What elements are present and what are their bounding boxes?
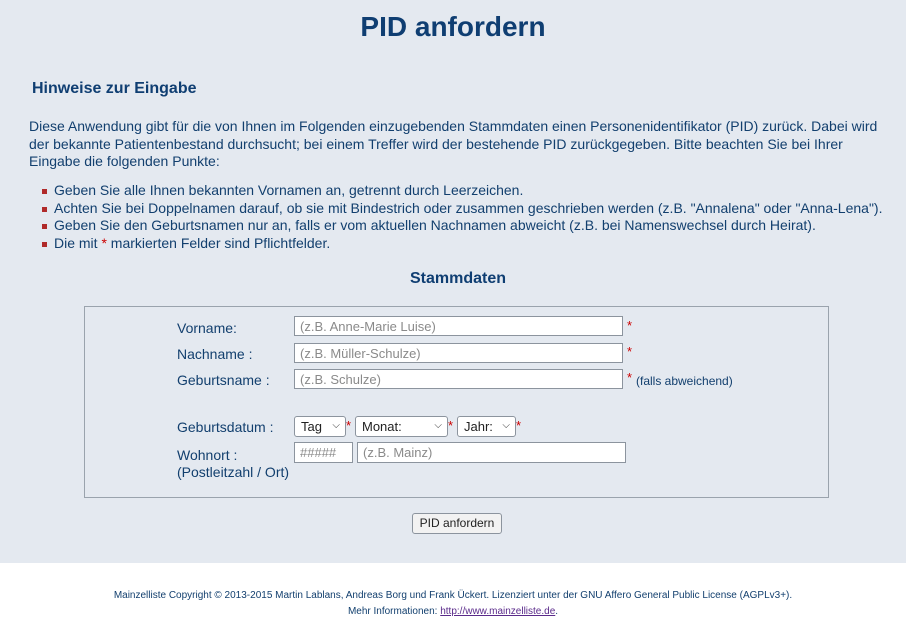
page-title: PID anfordern bbox=[360, 11, 546, 42]
footer: Mainzelliste Copyright © 2013-2015 Marti… bbox=[0, 588, 906, 620]
bullet-icon bbox=[42, 224, 47, 230]
chevron-down-icon: ⌵ bbox=[332, 420, 340, 431]
month-select[interactable]: Monat: ⌵ bbox=[355, 416, 448, 437]
list-item: Die mit * markierten Felder sind Pflicht… bbox=[40, 235, 882, 253]
year-select-value: Jahr: bbox=[464, 419, 493, 434]
wohnort-label: Wohnort : bbox=[177, 447, 238, 463]
geburtsdatum-label: Geburtsdatum : bbox=[177, 419, 274, 435]
month-select-value: Monat: bbox=[362, 419, 402, 434]
required-marker: * bbox=[101, 235, 107, 252]
list-item-text: Geben Sie den Geburtsnamen nur an, falls… bbox=[54, 217, 816, 234]
geburtsname-input[interactable] bbox=[294, 369, 623, 389]
day-select[interactable]: Tag ⌵ bbox=[294, 416, 346, 437]
hints-list: Geben Sie alle Ihnen bekannten Vornamen … bbox=[40, 182, 882, 253]
required-marker: * bbox=[627, 370, 633, 385]
list-item-text: Geben Sie alle Ihnen bekannten Vornamen … bbox=[54, 182, 524, 198]
list-item: Geben Sie alle Ihnen bekannten Vornamen … bbox=[40, 182, 882, 200]
required-marker: * bbox=[516, 418, 522, 433]
list-item: Achten Sie bei Doppelnamen darauf, ob si… bbox=[40, 200, 882, 218]
intro-text: Diese Anwendung gibt für die von Ihnen i… bbox=[29, 118, 878, 169]
vorname-label: Vorname: bbox=[177, 320, 237, 336]
section-title: Stammdaten bbox=[409, 270, 507, 287]
vorname-input[interactable] bbox=[294, 316, 623, 336]
list-item-text: Die mit bbox=[54, 235, 98, 252]
list-item-text: Achten Sie bei Doppelnamen darauf, ob si… bbox=[54, 199, 883, 216]
required-marker: * bbox=[448, 418, 454, 433]
required-marker: * bbox=[627, 344, 633, 359]
nachname-label: Nachname : bbox=[177, 346, 253, 362]
form-box: Vorname: * Nachname : * Geburtsname : * … bbox=[84, 306, 829, 498]
hints-heading: Hinweise zur Eingabe bbox=[32, 80, 197, 97]
bullet-icon bbox=[42, 206, 47, 212]
list-item-text: markierten Felder sind Pflichtfelder. bbox=[110, 235, 331, 252]
geburtsname-note: (falls abweichend) bbox=[636, 374, 733, 388]
ort-input[interactable] bbox=[357, 442, 626, 463]
wohnort-sublabel: (Postleitzahl / Ort) bbox=[177, 464, 290, 480]
footer-copyright: Mainzelliste Copyright © 2013-2015 Marti… bbox=[113, 590, 793, 601]
geburtsname-label: Geburtsname : bbox=[177, 372, 270, 388]
bullet-icon bbox=[42, 242, 47, 248]
chevron-down-icon: ⌵ bbox=[434, 420, 442, 431]
plz-input[interactable] bbox=[294, 442, 353, 463]
bullet-icon bbox=[42, 189, 47, 194]
year-select[interactable]: Jahr: ⌵ bbox=[457, 416, 516, 437]
chevron-down-icon: ⌵ bbox=[502, 420, 510, 431]
main-area: PID anfordern Hinweise zur Eingabe Diese… bbox=[0, 0, 906, 563]
nachname-input[interactable] bbox=[294, 343, 623, 363]
day-select-value: Tag bbox=[301, 419, 322, 434]
footer-link[interactable]: http://www.mainzelliste.de bbox=[440, 606, 555, 617]
footer-period: . bbox=[555, 606, 559, 617]
footer-info: Mehr Informationen: http://www.mainzelli… bbox=[0, 604, 906, 620]
submit-button[interactable]: PID anfordern bbox=[412, 513, 502, 534]
footer-info-label: Mehr Informationen: bbox=[347, 606, 438, 617]
required-marker: * bbox=[346, 418, 352, 433]
list-item: Geben Sie den Geburtsnamen nur an, falls… bbox=[40, 217, 882, 235]
required-marker: * bbox=[627, 318, 633, 333]
